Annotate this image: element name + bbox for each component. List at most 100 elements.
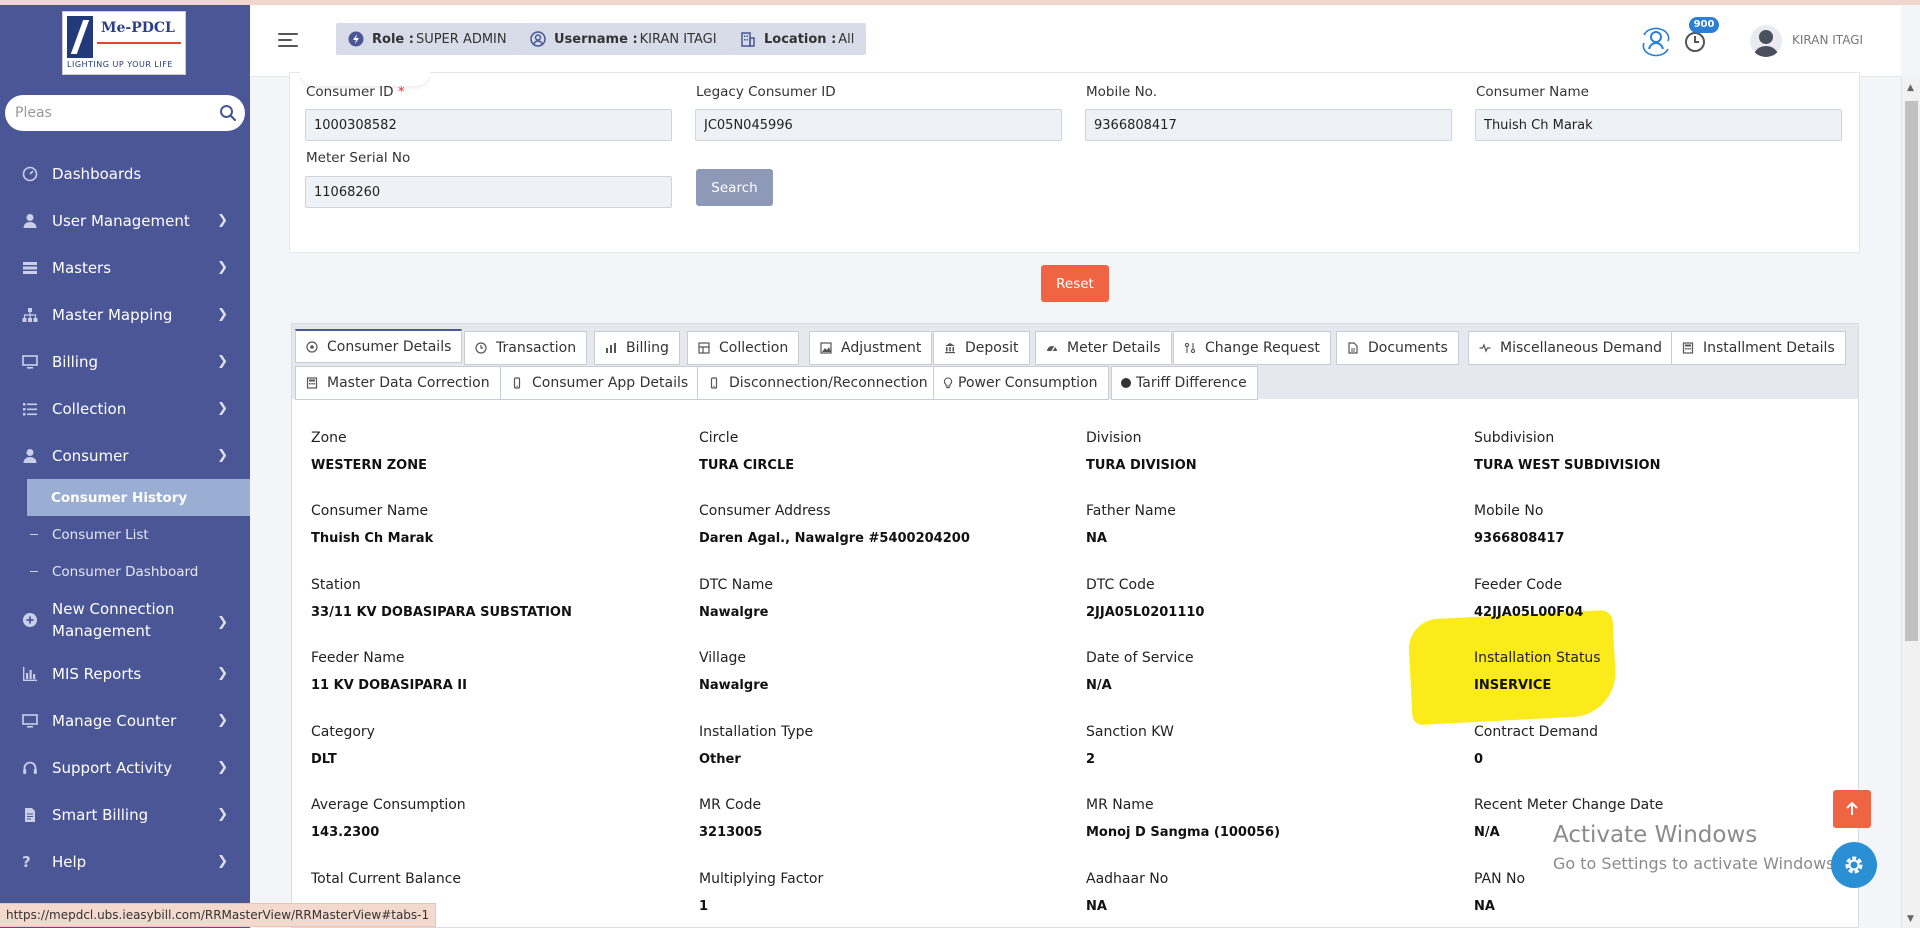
sidebar-item-label: Consumer	[52, 446, 129, 465]
username-value: KIRAN ITAGI	[639, 31, 717, 47]
detail-value: NA	[1086, 899, 1107, 914]
tab-consumer-app-details[interactable]: Consumer App Details	[500, 366, 700, 400]
role-pill: Role : SUPER ADMIN	[336, 23, 519, 55]
detail-label: MR Code	[699, 797, 762, 813]
chevron-right-icon: ❯	[217, 448, 228, 463]
tab-adjustment[interactable]: Adjustment	[809, 331, 933, 365]
sidebar-item-user-management[interactable]: User Management ❯	[0, 197, 250, 244]
sidebar-search-input[interactable]	[15, 103, 205, 123]
search-icon[interactable]	[219, 104, 237, 122]
monitor-icon	[22, 354, 38, 369]
document-icon	[1348, 342, 1358, 354]
sidebar-item-label: User Management	[52, 211, 190, 230]
legacy-consumer-id-input[interactable]	[695, 109, 1062, 141]
sidebar-item-help[interactable]: ? Help ❯	[0, 838, 250, 885]
scroll-to-top-button[interactable]	[1833, 790, 1871, 828]
tab-installment-details[interactable]: Installment Details	[1671, 331, 1846, 365]
sidebar-item-dashboards[interactable]: Dashboards	[0, 150, 250, 197]
tab-deposit[interactable]: Deposit	[933, 331, 1030, 365]
detail-value: Nawalgre	[699, 678, 769, 693]
sidebar-subitem-consumer-dashboard[interactable]: Consumer Dashboard	[0, 553, 250, 590]
sidebar-subitem-consumer-history[interactable]: Consumer History	[27, 479, 250, 516]
database-icon	[23, 261, 37, 274]
meter-serial-label: Meter Serial No	[306, 150, 411, 166]
tab-tariff-difference[interactable]: Tariff Difference	[1111, 366, 1258, 400]
sidebar-item-manage-counter[interactable]: Manage Counter ❯	[0, 697, 250, 744]
detail-value: 33/11 KV DOBASIPARA SUBSTATION	[311, 605, 572, 620]
tab-miscellaneous-demand[interactable]: Miscellaneous Demand	[1468, 331, 1673, 365]
consumer-name-label: Consumer Name	[1476, 84, 1589, 100]
detail-value: Thuish Ch Marak	[311, 531, 434, 546]
detail-label: Category	[311, 724, 375, 740]
tab-transaction[interactable]: Transaction	[464, 331, 588, 365]
chevron-right-icon: ❯	[217, 760, 228, 775]
tab-billing[interactable]: Billing	[594, 331, 680, 365]
sidebar-item-new-connection-management[interactable]: New Connection Management ❯	[0, 590, 250, 650]
dashboard-icon	[22, 166, 38, 181]
sidebar-subitem-consumer-list[interactable]: Consumer List	[0, 516, 250, 553]
detail-label: Recent Meter Change Date	[1474, 797, 1664, 813]
meter-serial-input[interactable]	[305, 176, 672, 208]
header-user-name[interactable]: KIRAN ITAGI	[1792, 33, 1863, 47]
detail-value: N/A	[1474, 825, 1500, 840]
menu-toggle-icon[interactable]	[278, 33, 298, 47]
file-icon	[25, 807, 35, 822]
bolt-icon	[348, 31, 364, 47]
detail-label: Feeder Code	[1474, 577, 1563, 593]
browser-status-url: https://mepdcl.ubs.ieasybill.com/RRMaste…	[0, 903, 437, 927]
user-icon	[23, 448, 37, 463]
consumer-id-input[interactable]	[305, 109, 672, 141]
tab-collection[interactable]: Collection	[687, 331, 800, 365]
user-circle-icon	[530, 31, 546, 47]
user-sync-icon[interactable]	[1641, 27, 1671, 57]
sidebar-item-mis-reports[interactable]: MIS Reports ❯	[0, 650, 250, 697]
detail-label: Aadhaar No	[1086, 871, 1169, 887]
consumer-search-card	[289, 72, 1860, 253]
sidebar-item-consumer[interactable]: Consumer ❯	[0, 432, 250, 479]
tab-disconnection-reconnection[interactable]: Disconnection/Reconnection	[697, 366, 939, 400]
page-scrollbar[interactable]: ▲ ▼	[1901, 77, 1920, 928]
windows-activation-watermark: Activate Windows Go to Settings to activ…	[1553, 822, 1840, 873]
bank-icon	[945, 343, 955, 354]
chevron-right-icon: ❯	[217, 354, 228, 369]
sidebar-item-billing[interactable]: Billing ❯	[0, 338, 250, 385]
sidebar-item-label: Dashboards	[52, 164, 142, 183]
sidebar-item-masters[interactable]: Masters ❯	[0, 244, 250, 291]
scroll-down-arrow-icon[interactable]: ▼	[1907, 914, 1914, 924]
role-value: SUPER ADMIN	[415, 31, 507, 47]
sidebar-search	[5, 95, 245, 131]
sitemap-icon	[22, 307, 38, 322]
sidebar-item-label: Master Mapping	[52, 305, 173, 324]
mobile-no-input[interactable]	[1085, 109, 1452, 141]
detail-label: Station	[311, 577, 361, 593]
tab-documents[interactable]: Documents	[1336, 331, 1459, 365]
watermark-subtitle: Go to Settings to activate Windows.	[1553, 854, 1840, 873]
scroll-up-arrow-icon[interactable]: ▲	[1907, 83, 1914, 93]
username-pill: Username : KIRAN ITAGI	[518, 23, 729, 55]
tab-power-consumption[interactable]: Power Consumption	[933, 366, 1109, 400]
sidebar-item-support-activity[interactable]: Support Activity ❯	[0, 744, 250, 791]
tab-meter-details[interactable]: Meter Details	[1035, 331, 1172, 365]
scrollbar-thumb[interactable]	[1905, 101, 1918, 641]
sidebar-item-label: Masters	[52, 258, 112, 277]
detail-value: Monoj D Sangma (100056)	[1086, 825, 1281, 840]
search-button[interactable]: Search	[696, 169, 773, 206]
sidebar-item-collection[interactable]: Collection ❯	[0, 385, 250, 432]
sidebar-item-smart-billing[interactable]: Smart Billing ❯	[0, 791, 250, 838]
avatar[interactable]	[1750, 25, 1782, 57]
consumer-name-input[interactable]	[1475, 109, 1842, 141]
sidebar-subitem-label: Consumer Dashboard	[52, 563, 199, 580]
calculator-icon	[1682, 342, 1694, 354]
required-marker: *	[397, 84, 405, 100]
tab-master-data-correction[interactable]: Master Data Correction	[295, 366, 501, 400]
reset-button[interactable]: Reset	[1041, 265, 1109, 302]
logo[interactable]: Me-PDCL LIGHTING UP YOUR LIFE	[62, 11, 186, 75]
detail-value: DLT	[311, 752, 337, 767]
sidebar-item-master-mapping[interactable]: Master Mapping ❯	[0, 291, 250, 338]
detail-label: Father Name	[1086, 503, 1176, 519]
tab-change-request[interactable]: Change Request	[1173, 331, 1331, 365]
gauge-icon	[1047, 346, 1057, 352]
settings-button[interactable]	[1831, 842, 1877, 888]
logo-underline	[97, 42, 181, 44]
tab-consumer-details[interactable]: Consumer Details	[295, 329, 463, 363]
